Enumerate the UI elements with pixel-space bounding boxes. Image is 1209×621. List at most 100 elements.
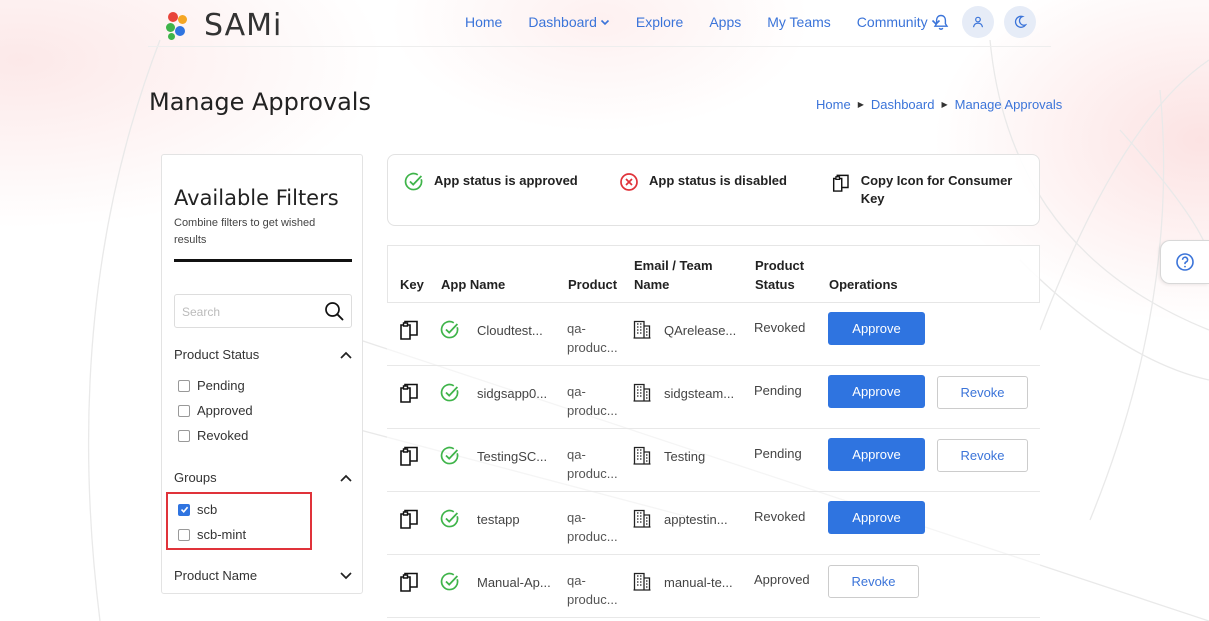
team-name-cell: manual-te... — [664, 575, 733, 590]
team-name-cell: sidgsteam... — [664, 386, 735, 401]
main-nav: Home Dashboard Explore Apps My Teams Com… — [465, 14, 967, 30]
revoke-button[interactable]: Revoke — [937, 439, 1028, 472]
sami-logo-icon — [166, 11, 192, 40]
copy-icon[interactable] — [398, 571, 420, 598]
help-button[interactable] — [1160, 240, 1209, 284]
question-circle-icon — [1176, 253, 1194, 271]
product-name-header[interactable]: Product Name — [174, 568, 352, 583]
logo[interactable]: SAMi — [166, 8, 282, 43]
column-operations: Operations — [829, 277, 898, 292]
check-circle-icon — [440, 572, 460, 597]
checkbox-pending[interactable] — [178, 379, 190, 392]
copy-icon[interactable] — [398, 445, 420, 472]
bell-icon[interactable] — [930, 6, 952, 38]
app-name-cell: Cloudtest... — [477, 323, 543, 338]
nav-home[interactable]: Home — [465, 14, 502, 30]
x-circle-icon — [620, 173, 638, 191]
chevron-up-icon — [340, 474, 352, 482]
product-cell: qa-produc... — [567, 573, 618, 607]
chevron-down-icon — [600, 19, 609, 26]
product-cell: qa-produc... — [567, 321, 618, 355]
breadcrumb: Home ▶ Dashboard ▶ Manage Approvals — [816, 97, 1062, 112]
status-cell: Approved — [754, 572, 810, 587]
theme-toggle-button[interactable] — [1004, 6, 1036, 38]
approve-button[interactable]: Approve — [828, 375, 925, 408]
breadcrumb-home[interactable]: Home — [816, 97, 851, 112]
filter-option-revoked[interactable]: Revoked — [178, 428, 248, 443]
status-cell: Revoked — [754, 320, 806, 335]
column-key: Key — [400, 277, 424, 292]
logo-text: SAMi — [204, 8, 283, 43]
filter-option-pending[interactable]: Pending — [178, 378, 245, 393]
nav-dashboard[interactable]: Dashboard — [528, 14, 610, 30]
approve-button[interactable]: Approve — [828, 438, 925, 471]
check-circle-icon — [440, 509, 460, 534]
filter-option-approved[interactable]: Approved — [178, 403, 253, 418]
building-icon — [633, 383, 651, 407]
check-circle-icon — [440, 320, 460, 345]
status-cell: Pending — [754, 446, 802, 461]
nav-community[interactable]: Community — [857, 14, 941, 30]
product-status-label: Product Status — [174, 347, 260, 362]
filters-subtitle: Combine filters to get wished results — [174, 217, 316, 246]
filter-search-box — [174, 294, 352, 328]
product-cell: qa-produc... — [567, 510, 618, 544]
user-profile-button[interactable] — [962, 6, 994, 38]
nav-my-teams[interactable]: My Teams — [767, 14, 831, 30]
nav-icons — [930, 6, 1036, 38]
team-name-cell: QArelease... — [664, 323, 737, 338]
legend-disabled: App status is disabled — [619, 172, 787, 192]
status-cell: Revoked — [754, 509, 806, 524]
groups-header[interactable]: Groups — [174, 470, 352, 485]
product-cell: qa-produc... — [567, 447, 618, 481]
table-row: TestingSC... qa-produc... Testing Pending Ap… — [387, 429, 1040, 492]
app-name-cell: Manual-Ap... — [477, 575, 551, 590]
approve-button[interactable]: Approve — [828, 312, 925, 345]
nav-explore[interactable]: Explore — [636, 14, 683, 30]
building-icon — [633, 509, 651, 533]
breadcrumb-manage-approvals[interactable]: Manage Approvals — [955, 97, 1063, 112]
nav-apps[interactable]: Apps — [709, 14, 741, 30]
groups-label: Groups — [174, 470, 217, 485]
building-icon — [633, 320, 651, 344]
copy-icon[interactable] — [398, 319, 420, 346]
revoke-button[interactable]: Revoke — [937, 376, 1028, 409]
filters-title: Available Filters — [174, 186, 339, 210]
product-name-label: Product Name — [174, 568, 258, 583]
copy-icon[interactable] — [398, 382, 420, 409]
table-header: Key App Name Product Email / Team Name P… — [387, 245, 1040, 303]
revoke-button[interactable]: Revoke — [828, 565, 919, 598]
table-row: Manual-Ap... qa-produc... manual-te... Appr… — [387, 555, 1040, 618]
column-app-name: App Name — [441, 277, 506, 292]
checkbox-revoked[interactable] — [178, 429, 190, 442]
legend-approved: App status is approved — [404, 172, 578, 192]
copy-icon[interactable] — [398, 508, 420, 535]
app-name-cell: sidgsapp0... — [477, 386, 548, 401]
approve-button[interactable]: Approve — [828, 501, 925, 534]
product-status-header[interactable]: Product Status — [174, 347, 352, 362]
status-cell: Pending — [754, 383, 802, 398]
breadcrumb-separator-icon: ▶ — [857, 100, 864, 109]
check-circle-icon — [440, 383, 460, 408]
app-name-cell: TestingSC... — [477, 449, 548, 464]
breadcrumb-dashboard[interactable]: Dashboard — [871, 97, 935, 112]
chevron-up-icon — [340, 351, 352, 359]
search-icon[interactable] — [324, 301, 344, 321]
filters-divider — [174, 259, 352, 262]
user-icon — [972, 16, 984, 28]
column-email-team: Email / Team Name — [634, 258, 713, 292]
page-title: Manage Approvals — [149, 88, 371, 116]
table-row: sidgsapp0... qa-produc... sidgsteam... Pend… — [387, 366, 1040, 429]
moon-icon — [1014, 15, 1027, 28]
table-row: testapp qa-produc... apptestin... Revoked Ap… — [387, 492, 1040, 555]
copy-icon — [832, 174, 849, 192]
checkbox-approved[interactable] — [178, 404, 190, 417]
status-legend: App status is approved App status is dis… — [387, 154, 1040, 226]
filter-search-input[interactable] — [182, 302, 322, 322]
breadcrumb-separator-icon: ▶ — [941, 100, 948, 109]
product-cell: qa-produc... — [567, 384, 618, 418]
column-product: Product — [568, 277, 618, 292]
legend-copy: Copy Icon for Consumer Key — [831, 172, 1021, 208]
check-circle-icon — [440, 446, 460, 471]
table-row: Cloudtest... qa-produc... QArelease... Revo… — [387, 303, 1040, 366]
